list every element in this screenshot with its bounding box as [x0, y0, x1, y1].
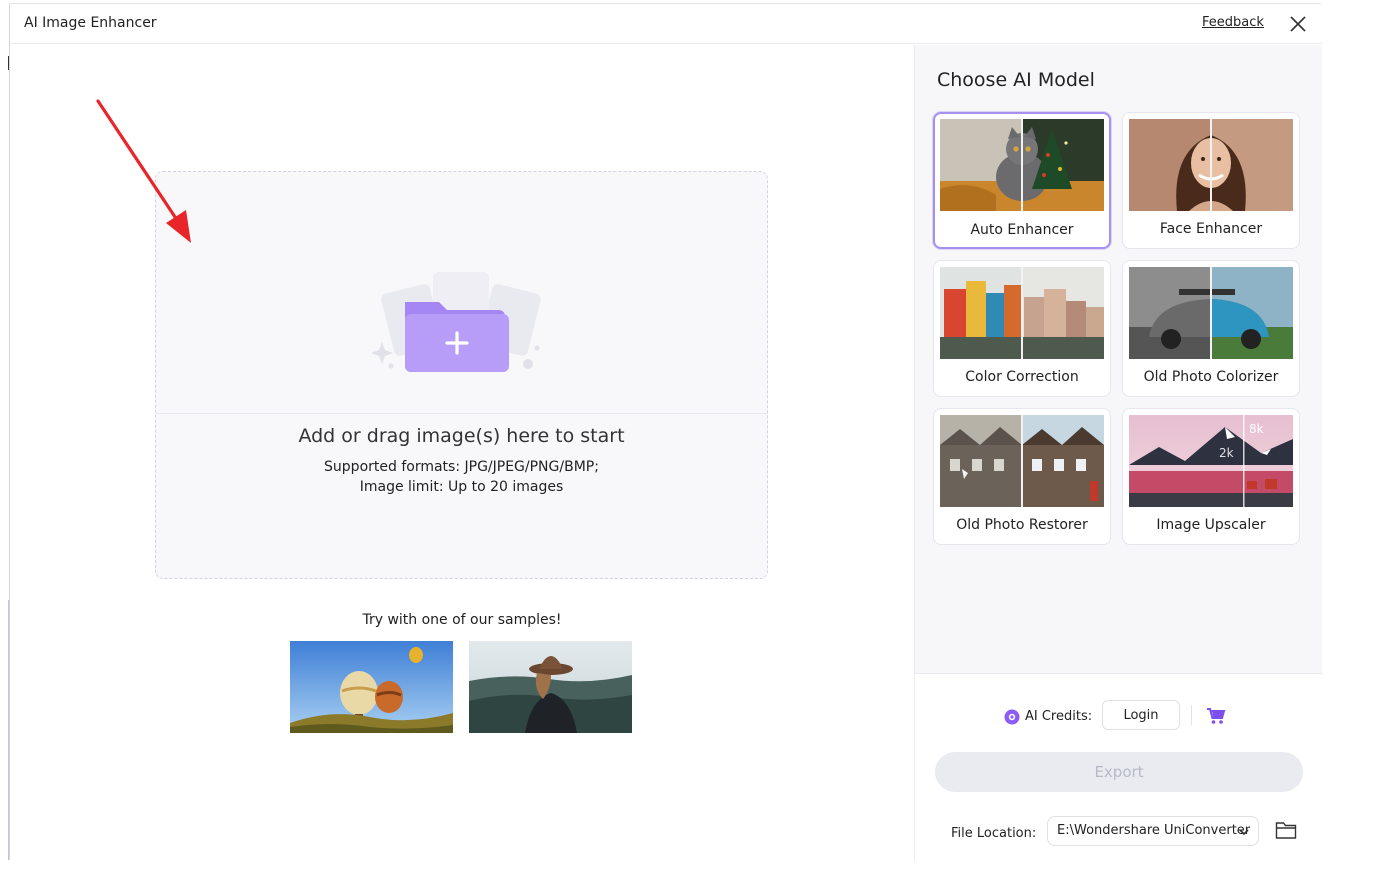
divider — [1191, 705, 1192, 725]
sample-image-balloons[interactable] — [290, 641, 453, 733]
model-card-old-photo-colorizer[interactable]: Old Photo Colorizer — [1122, 260, 1300, 397]
export-controls: AI Credits: Login Export File Location: … — [915, 673, 1323, 861]
model-card-old-photo-restorer[interactable]: Old Photo Restorer — [933, 408, 1111, 545]
cart-icon[interactable] — [1206, 706, 1226, 726]
supported-formats-text: Supported formats: JPG/JPEG/PNG/BMP; — [324, 459, 599, 475]
file-location-label: File Location: — [951, 826, 1037, 841]
image-limit-text: Image limit: Up to 20 images — [359, 479, 564, 495]
file-location-select[interactable]: E:\Wondershare UniConverter — [1047, 816, 1259, 846]
old-photo-restorer-thumbnail — [940, 415, 1104, 507]
export-button[interactable]: Export — [935, 752, 1303, 792]
folder-icon[interactable] — [1275, 820, 1297, 840]
ai-credits-icon — [1004, 709, 1020, 725]
close-icon[interactable] — [1288, 14, 1308, 34]
model-card-auto-enhancer[interactable]: Auto Enhancer — [933, 112, 1111, 249]
ai-credits-label: AI Credits: — [1025, 709, 1093, 724]
model-label: Old Photo Colorizer — [1143, 369, 1279, 385]
image-upscaler-thumbnail: 8k 2k — [1129, 415, 1293, 507]
dropzone-title: Add or drag image(s) here to start — [298, 425, 625, 447]
badge-8k: 8k — [1249, 422, 1264, 436]
title-bar: AI Image Enhancer Feedback — [10, 4, 1322, 44]
chevron-down-icon — [1239, 829, 1249, 836]
ai-image-enhancer-window: AI Image Enhancer Feedback Add or drag i… — [9, 3, 1323, 861]
main-area: Add or drag image(s) here to start Suppo… — [10, 45, 914, 861]
auto-enhancer-thumbnail — [940, 119, 1104, 211]
ai-model-panel: Choose AI Model Auto Enhancer Face Enhan… — [914, 45, 1323, 861]
samples-label: Try with one of our samples! — [362, 612, 562, 628]
file-location-value: E:\Wondershare UniConverter — [1057, 823, 1251, 838]
old-photo-colorizer-thumbnail — [1129, 267, 1293, 359]
login-button[interactable]: Login — [1102, 700, 1180, 730]
model-card-image-upscaler[interactable]: 8k 2k Image Upscaler — [1122, 408, 1300, 545]
model-card-color-correction[interactable]: Color Correction — [933, 260, 1111, 397]
model-label: Face Enhancer — [1159, 221, 1263, 237]
color-correction-thumbnail — [940, 267, 1104, 359]
model-label: Image Upscaler — [1156, 517, 1266, 533]
dropzone-divider — [156, 413, 767, 414]
sample-image-woman-hat[interactable] — [469, 641, 632, 733]
badge-2k: 2k — [1219, 446, 1234, 460]
model-label: Old Photo Restorer — [956, 517, 1088, 533]
feedback-link[interactable]: Feedback — [1202, 15, 1264, 30]
model-card-face-enhancer[interactable]: Face Enhancer — [1122, 112, 1300, 249]
model-label: Auto Enhancer — [970, 222, 1074, 238]
window-title: AI Image Enhancer — [24, 15, 157, 31]
image-dropzone[interactable]: Add or drag image(s) here to start Suppo… — [155, 171, 768, 579]
model-label: Color Correction — [965, 369, 1079, 385]
folder-plus-icon — [371, 272, 541, 372]
panel-title: Choose AI Model — [937, 69, 1095, 91]
face-enhancer-thumbnail — [1129, 119, 1293, 211]
